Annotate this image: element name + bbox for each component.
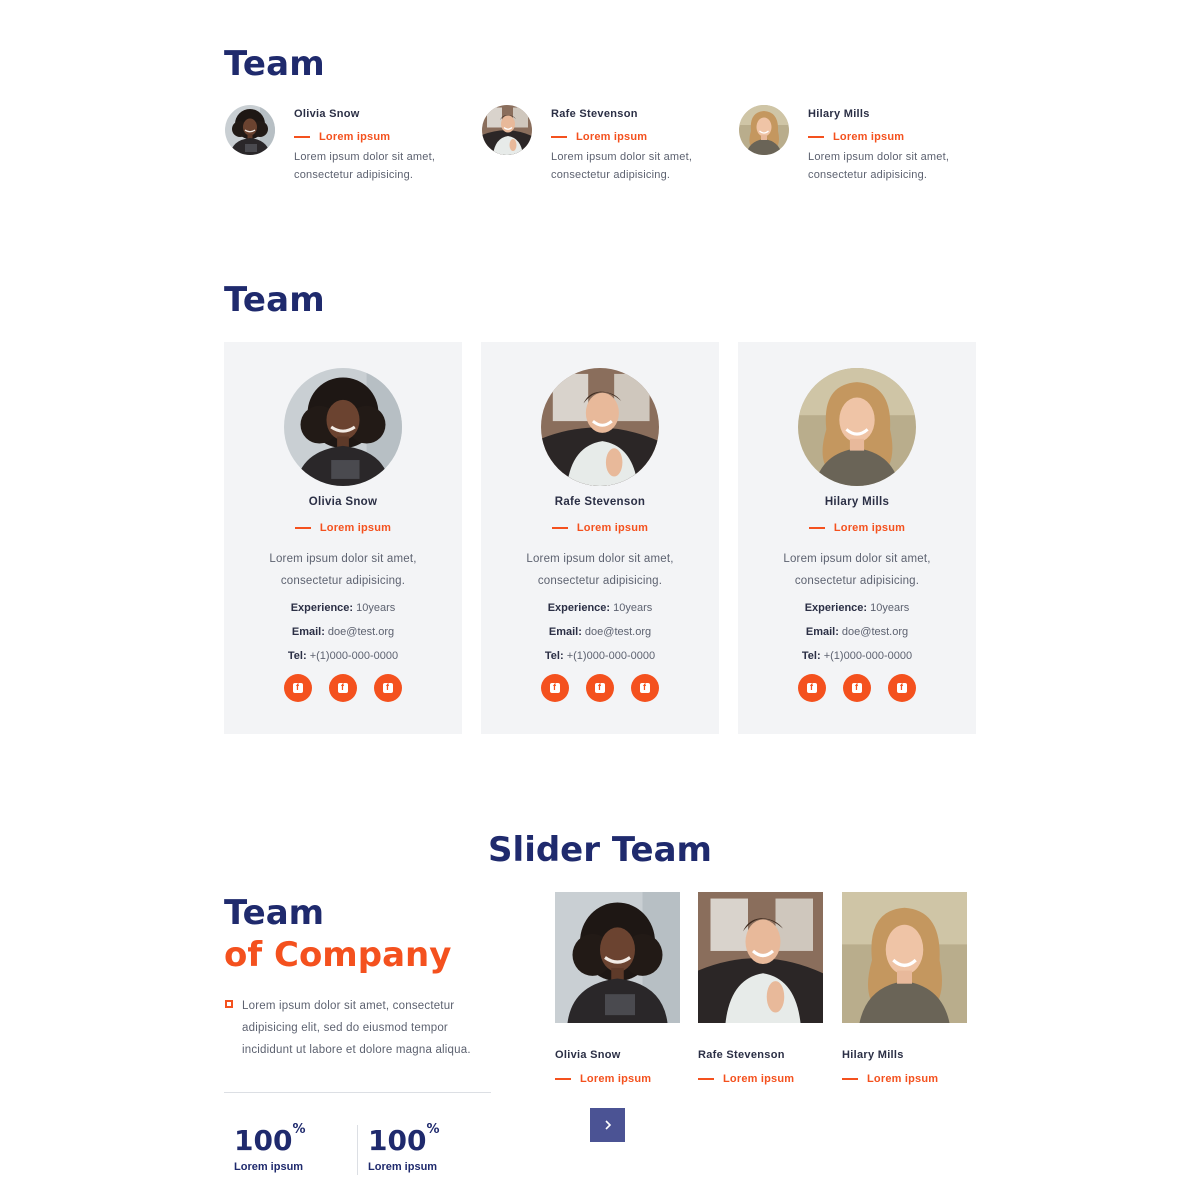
member-name: Hilary Mills [842,1049,904,1061]
member-role: Lorem ipsum [555,1073,680,1085]
member-desc: Lorem ipsum dolor sit amet, consectetur a… [551,151,693,181]
facebook-icon[interactable] [843,674,871,702]
chevron-right-icon [604,1120,611,1130]
member-name: Hilary Mills [824,496,890,508]
member-experience: Experience: 10years [290,602,396,614]
section2-title: Team [224,280,325,320]
facebook-icon[interactable] [284,674,312,702]
facebook-icon[interactable] [798,674,826,702]
slide-item[interactable]: Olivia Snow Lorem ipsum [555,892,680,1085]
team-member-compact: Hilary Mills Lorem ipsum Lorem ipsum dol… [739,105,979,195]
member-tel: Tel: +(1)000-000-0000 [801,650,913,662]
avatar-rafe [482,105,532,155]
member-name: Olivia Snow [555,1049,621,1061]
member-experience: Experience: 10years [547,602,653,614]
slide-photo-olivia [555,892,680,1023]
stat-item: 100% Lorem ipsum [368,1122,440,1173]
facebook-icon[interactable] [374,674,402,702]
social-links [481,674,719,702]
member-name: Rafe Stevenson [554,496,646,508]
avatar-hilary [798,368,916,486]
stat-value: 100% [368,1122,440,1157]
member-email: Email: doe@test.org [548,626,652,638]
member-name: Rafe Stevenson [698,1049,785,1061]
facebook-icon[interactable] [631,674,659,702]
slide-item[interactable]: Hilary Mills Lorem ipsum [842,892,967,1085]
member-email: Email: doe@test.org [291,626,395,638]
member-name: Rafe Stevenson [551,108,638,120]
member-tel: Tel: +(1)000-000-0000 [287,650,399,662]
member-role: Lorem ipsum [842,1073,967,1085]
member-desc: Lorem ipsum dolor sit amet, consectetur a… [294,151,436,181]
section1-title: Team [224,44,325,84]
slider-next-button[interactable] [590,1108,625,1142]
stat-item: 100% Lorem ipsum [234,1122,306,1173]
member-desc: Lorem ipsum dolor sit amet, consectetur a… [808,151,950,181]
divider [224,1092,491,1093]
company-heading-line2: of Company [224,935,452,975]
member-desc: Lorem ipsum dolor sit amet, consectetur a… [526,553,674,587]
member-role: Lorem ipsum [808,131,949,143]
member-role: Lorem ipsum [738,522,976,534]
company-heading-line1: Team [224,893,325,933]
team-card: Olivia Snow Lorem ipsum Lorem ipsum dolo… [224,342,462,734]
member-experience: Experience: 10years [804,602,910,614]
team-member-compact: Rafe Stevenson Lorem ipsum Lorem ipsum d… [482,105,722,195]
slide-photo-hilary [842,892,967,1023]
slide-photo-rafe [698,892,823,1023]
stat-label: Lorem ipsum [368,1161,438,1173]
stat-label: Lorem ipsum [234,1161,304,1173]
member-name: Hilary Mills [808,108,870,120]
stat-value: 100% [234,1122,306,1157]
company-description: Lorem ipsum dolor sit amet, consectetur … [242,1000,471,1056]
avatar-rafe [541,368,659,486]
team-card: Hilary Mills Lorem ipsum Lorem ipsum dol… [738,342,976,734]
member-role: Lorem ipsum [224,522,462,534]
member-desc: Lorem ipsum dolor sit amet, consectetur a… [269,553,417,587]
member-tel: Tel: +(1)000-000-0000 [544,650,656,662]
member-desc: Lorem ipsum dolor sit amet, consectetur a… [783,553,931,587]
avatar-hilary [739,105,789,155]
avatar-olivia [225,105,275,155]
member-name: Olivia Snow [308,496,378,508]
facebook-icon[interactable] [329,674,357,702]
member-name: Olivia Snow [294,108,360,120]
member-role: Lorem ipsum [698,1073,823,1085]
slide-item[interactable]: Rafe Stevenson Lorem ipsum [698,892,823,1085]
team-member-compact: Olivia Snow Lorem ipsum Lorem ipsum dolo… [225,105,465,195]
member-role: Lorem ipsum [481,522,719,534]
member-role: Lorem ipsum [551,131,692,143]
social-links [738,674,976,702]
facebook-icon[interactable] [541,674,569,702]
facebook-icon[interactable] [888,674,916,702]
team-card: Rafe Stevenson Lorem ipsum Lorem ipsum d… [481,342,719,734]
bullet-icon [225,1000,233,1008]
stat-divider [357,1125,358,1175]
member-email: Email: doe@test.org [805,626,909,638]
avatar-olivia [284,368,402,486]
facebook-icon[interactable] [586,674,614,702]
slider-title: Slider Team [488,830,712,870]
social-links [224,674,462,702]
member-role: Lorem ipsum [294,131,435,143]
